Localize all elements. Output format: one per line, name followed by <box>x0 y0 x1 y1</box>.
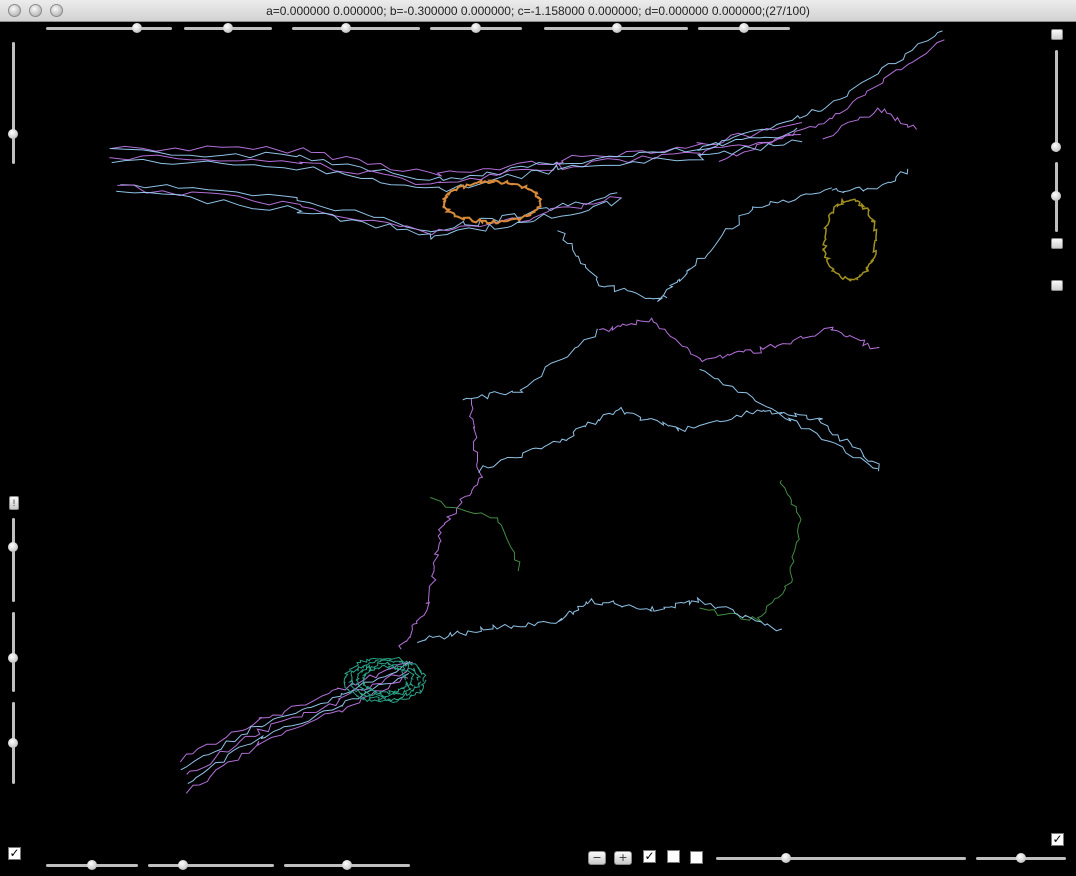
window-titlebar: a=0.000000 0.000000; b=-0.300000 0.00000… <box>0 0 1076 22</box>
slider-knob[interactable] <box>8 738 18 748</box>
fractal-filament <box>699 480 802 623</box>
zoom-in-button[interactable]: + <box>614 851 632 865</box>
fractal-plot <box>109 30 945 794</box>
fractal-canvas[interactable] <box>0 22 1076 871</box>
fractal-filament <box>111 139 803 193</box>
slider-knob[interactable] <box>739 23 749 33</box>
fractal-filament <box>699 368 878 470</box>
slider-knob[interactable] <box>178 860 189 870</box>
slider-knob[interactable] <box>1016 853 1026 863</box>
left-slider-2[interactable] <box>8 518 18 602</box>
bottom-left-checkbox[interactable]: ✓ <box>8 847 21 860</box>
fractal-filament <box>831 168 909 194</box>
slider-knob[interactable] <box>612 23 623 33</box>
fractal-filament <box>441 179 543 225</box>
slider-knob[interactable] <box>342 860 352 870</box>
bottom-slider-2[interactable] <box>148 860 274 870</box>
option-checkbox-1[interactable]: ✓ <box>643 850 656 863</box>
fractal-filament <box>718 39 945 162</box>
slider-knob[interactable] <box>340 23 351 33</box>
fractal-filament <box>117 184 622 236</box>
left-slider-4[interactable] <box>8 702 18 784</box>
right-top-button[interactable] <box>1051 29 1063 40</box>
fractal-filament <box>598 317 880 363</box>
right-checkbox[interactable]: ✓ <box>1051 833 1064 846</box>
right-slider-1[interactable] <box>1051 50 1061 152</box>
top-slider-3[interactable] <box>292 23 420 33</box>
slider-knob[interactable] <box>131 23 142 33</box>
right-slider-2[interactable] <box>1051 162 1061 232</box>
top-slider-1[interactable] <box>46 23 172 33</box>
fractal-filament <box>478 406 880 473</box>
slider-knob[interactable] <box>8 128 18 139</box>
top-slider-2[interactable] <box>184 23 272 33</box>
slider-knob[interactable] <box>1051 190 1061 201</box>
right-button-3[interactable] <box>1051 280 1063 291</box>
fractal-filament <box>430 497 521 572</box>
option-checkbox-3[interactable] <box>690 851 703 864</box>
option-checkbox-2[interactable] <box>667 850 680 863</box>
fractal-filament <box>462 328 598 401</box>
slider-knob[interactable] <box>223 23 233 33</box>
slider-knob[interactable] <box>8 653 18 664</box>
fractal-filament <box>822 197 878 282</box>
bottom-slider-5[interactable] <box>976 853 1066 863</box>
bottom-slider-1[interactable] <box>46 860 138 870</box>
info-button[interactable]: ! <box>9 496 19 510</box>
fractal-filament <box>398 399 484 650</box>
slider-knob[interactable] <box>471 23 481 33</box>
fractal-filament <box>109 127 798 181</box>
left-slider-3[interactable] <box>8 612 18 692</box>
fractal-filament <box>822 107 917 140</box>
slider-knob[interactable] <box>1051 141 1061 152</box>
top-slider-6[interactable] <box>698 23 790 33</box>
fractal-filament <box>186 668 409 775</box>
top-slider-4[interactable] <box>430 23 522 33</box>
bottom-slider-3[interactable] <box>284 860 410 870</box>
slider-knob[interactable] <box>781 853 791 863</box>
fractal-filament <box>697 30 943 151</box>
right-button-2[interactable] <box>1051 238 1063 249</box>
left-slider-1[interactable] <box>8 42 18 164</box>
fractal-filament <box>417 596 783 643</box>
fractal-filament <box>179 661 413 763</box>
zoom-out-button[interactable]: − <box>588 851 606 865</box>
slider-knob[interactable] <box>8 542 18 553</box>
window-title: a=0.000000 0.000000; b=-0.300000 0.00000… <box>266 4 810 18</box>
slider-knob[interactable] <box>87 860 97 870</box>
bottom-slider-4[interactable] <box>716 853 966 863</box>
top-slider-5[interactable] <box>544 23 688 33</box>
